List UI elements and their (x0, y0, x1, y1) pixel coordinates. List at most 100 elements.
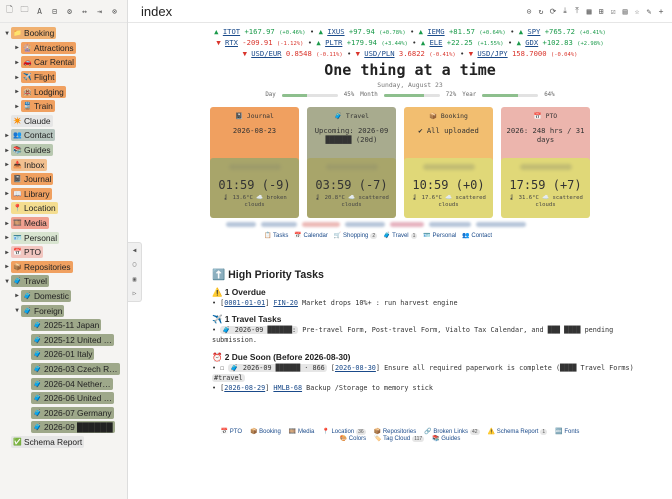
task-date-link[interactable]: 2026-08-30 (335, 364, 376, 372)
ticker-symbol[interactable]: USD/JPY (477, 49, 507, 58)
sidebar-item-3[interactable]: ▶ ✈️ Flight (0, 70, 127, 85)
sidebar-folder[interactable]: ✅ Schema Report (11, 435, 85, 448)
footer-link[interactable]: 📚 Guides (432, 435, 460, 442)
import-icon[interactable]: ⤓ (560, 6, 570, 16)
chevron-icon[interactable]: ▼ (13, 307, 21, 314)
sidebar-item-22[interactable]: 🧳 2026-01 Italy (0, 347, 127, 362)
square-icon[interactable]: ▢ (133, 261, 137, 268)
new-note-icon[interactable]: 🗋 (3, 5, 16, 18)
footer-link[interactable]: 🔤 Fonts (555, 428, 579, 435)
sidebar-item-21[interactable]: 🧳 2025-12 United … (0, 332, 127, 347)
footer-link[interactable]: 📦 Booking (250, 428, 281, 435)
ticker-symbol[interactable]: ITOT (223, 27, 240, 36)
task-issue-link[interactable]: FIN-20 (273, 299, 298, 307)
ticker-symbol[interactable]: USD/EUR (251, 49, 281, 58)
settings-icon[interactable]: ⚙ (63, 5, 76, 18)
sidebar-item-0[interactable]: ▼ 📁 Booking (0, 26, 127, 41)
sidebar-folder[interactable]: 🪪 Personal (11, 231, 60, 244)
close-icon[interactable]: ⊗ (108, 5, 121, 18)
sidebar-collapse-handle[interactable]: ◀ ▢ ▣ ▷ (128, 242, 142, 302)
sidebar-folder[interactable]: 👥 Contact (11, 129, 55, 142)
sidebar-folder[interactable]: 🧳 2026-06 United … (31, 392, 114, 405)
footer-link[interactable]: ⚠️ Schema Report 1 (488, 428, 548, 435)
sidebar-item-12[interactable]: ▶ 📍 Location (0, 201, 127, 216)
chevron-left-icon[interactable]: ◀ (133, 247, 137, 254)
sidebar-item-17[interactable]: ▼ 🧳 Travel (0, 274, 127, 289)
collapse-icon[interactable]: ⊟ (48, 5, 61, 18)
task-issue-link[interactable]: HMLB-68 (273, 384, 302, 392)
sidebar-item-2[interactable]: ▶ 🚗 Car Rental (0, 55, 127, 70)
chevron-icon[interactable]: ▶ (3, 132, 11, 139)
sort-icon[interactable]: A (33, 5, 46, 18)
sidebar-folder[interactable]: 🧳 2026-09 ██████ (31, 421, 115, 434)
sidebar-folder[interactable]: 🏨 Lodging (21, 85, 66, 98)
footer-link[interactable]: 📍 Location 36 (322, 428, 366, 435)
footer-link[interactable]: 🎞️ Media (289, 428, 314, 435)
sidebar-item-4[interactable]: ▶ 🏨 Lodging (0, 84, 127, 99)
chevron-icon[interactable]: ▼ (3, 30, 11, 37)
chevron-icon[interactable]: ▶ (3, 220, 11, 227)
sidebar-folder[interactable]: 🧳 2026-03 Czech R… (31, 362, 120, 375)
sidebar-folder[interactable]: 📚 Guides (11, 144, 53, 157)
sidebar-folder[interactable]: 🎡 Attractions (21, 41, 76, 54)
window-icon[interactable]: ▣ (133, 276, 137, 283)
ticker-symbol[interactable]: USD/PLN (364, 49, 394, 58)
nav-link[interactable]: 📅 Calendar (294, 232, 328, 239)
sidebar-item-18[interactable]: ▶ 🧳 Domestic (0, 289, 127, 304)
sidebar-item-24[interactable]: 🧳 2026-04 Nether… (0, 376, 127, 391)
export-icon[interactable]: ⤒ (572, 6, 582, 16)
footer-link[interactable]: 📦 Repositories (374, 428, 417, 435)
trip-link[interactable]: 🧳 2026-09 ██████ · 866 (228, 363, 327, 372)
sidebar-item-23[interactable]: 🧳 2026-03 Czech R… (0, 362, 127, 377)
chevron-icon[interactable]: ▶ (3, 205, 11, 212)
sidebar-folder[interactable]: 🧳 Domestic (21, 289, 71, 302)
footer-link[interactable]: 🔗 Broken Links 42 (424, 428, 480, 435)
add-icon[interactable]: + (656, 6, 666, 16)
trip-link[interactable]: 🧳 2026-09 ██████: (220, 326, 299, 335)
link-icon[interactable]: ⊙ (524, 6, 534, 16)
sidebar-item-11[interactable]: ▶ 📖 Library (0, 187, 127, 202)
task-date-link[interactable]: 0001-01-01 (224, 299, 265, 307)
sidebar-folder[interactable]: 🧳 2026-07 Germany (31, 406, 114, 419)
sidebar-folder[interactable]: 🧳 2026-01 Italy (31, 348, 95, 361)
footer-link[interactable]: 📅 PTO (221, 428, 242, 435)
chevron-icon[interactable]: ▶ (13, 59, 21, 66)
chevron-icon[interactable]: ▶ (13, 292, 21, 299)
calendar-icon[interactable]: ▦ (584, 6, 594, 16)
nav-link[interactable]: 🧳 Travel 1 (383, 232, 418, 239)
chevron-icon[interactable]: ▶ (13, 44, 21, 51)
sidebar-folder[interactable]: 🧳 2026-04 Nether… (31, 377, 113, 390)
chevron-right-icon[interactable]: ▷ (133, 290, 137, 297)
footer-link[interactable]: 🎨 Colors (340, 435, 366, 442)
chevron-icon[interactable]: ▶ (3, 190, 11, 197)
sidebar-folder[interactable]: 🚗 Car Rental (21, 56, 77, 69)
sidebar-folder[interactable]: 📍 Location (11, 202, 58, 215)
sidebar-item-16[interactable]: ▶ 📦 Repositories (0, 260, 127, 275)
ticker-symbol[interactable]: IEMG (427, 27, 444, 36)
chevron-icon[interactable]: ▶ (3, 263, 11, 270)
sidebar-folder[interactable]: 📓 Journal (11, 173, 54, 186)
ticker-symbol[interactable]: RTX (225, 38, 238, 47)
nav-link[interactable]: 🛒 Shopping 2 (334, 232, 378, 239)
sidebar-item-20[interactable]: 🧳 2025-11 Japan (0, 318, 127, 333)
task-date-link[interactable]: 2026-08-29 (224, 384, 265, 392)
chevron-icon[interactable]: ▶ (3, 176, 11, 183)
chevron-icon[interactable]: ▶ (13, 74, 21, 81)
sidebar-item-9[interactable]: ▶ 📥 Inbox (0, 157, 127, 172)
nav-link[interactable]: 🪪 Personal (423, 232, 456, 239)
nav-link[interactable]: 👥 Contact (462, 232, 492, 239)
sidebar-folder[interactable]: 🧳 2025-11 Japan (31, 319, 102, 332)
sidebar-folder[interactable]: 🎞️ Media (11, 217, 49, 230)
sidebar-folder[interactable]: 🚆 Train (21, 100, 55, 113)
sidebar-folder[interactable]: 📖 Library (11, 187, 52, 200)
sidebar-item-6[interactable]: ✴️ Claude (0, 114, 127, 129)
sidebar-item-10[interactable]: ▶ 📓 Journal (0, 172, 127, 187)
chevron-icon[interactable]: ▼ (3, 278, 11, 285)
sidebar-item-25[interactable]: 🧳 2026-06 United … (0, 391, 127, 406)
nav-link[interactable]: 📋 Tasks (264, 232, 288, 239)
sidebar-folder[interactable]: 📥 Inbox (11, 158, 47, 171)
task-checkbox[interactable]: ☐ (220, 364, 224, 372)
sidebar-item-13[interactable]: ▶ 🎞️ Media (0, 216, 127, 231)
sidebar-item-5[interactable]: ▶ 🚆 Train (0, 99, 127, 114)
sidebar-item-7[interactable]: ▶ 👥 Contact (0, 128, 127, 143)
